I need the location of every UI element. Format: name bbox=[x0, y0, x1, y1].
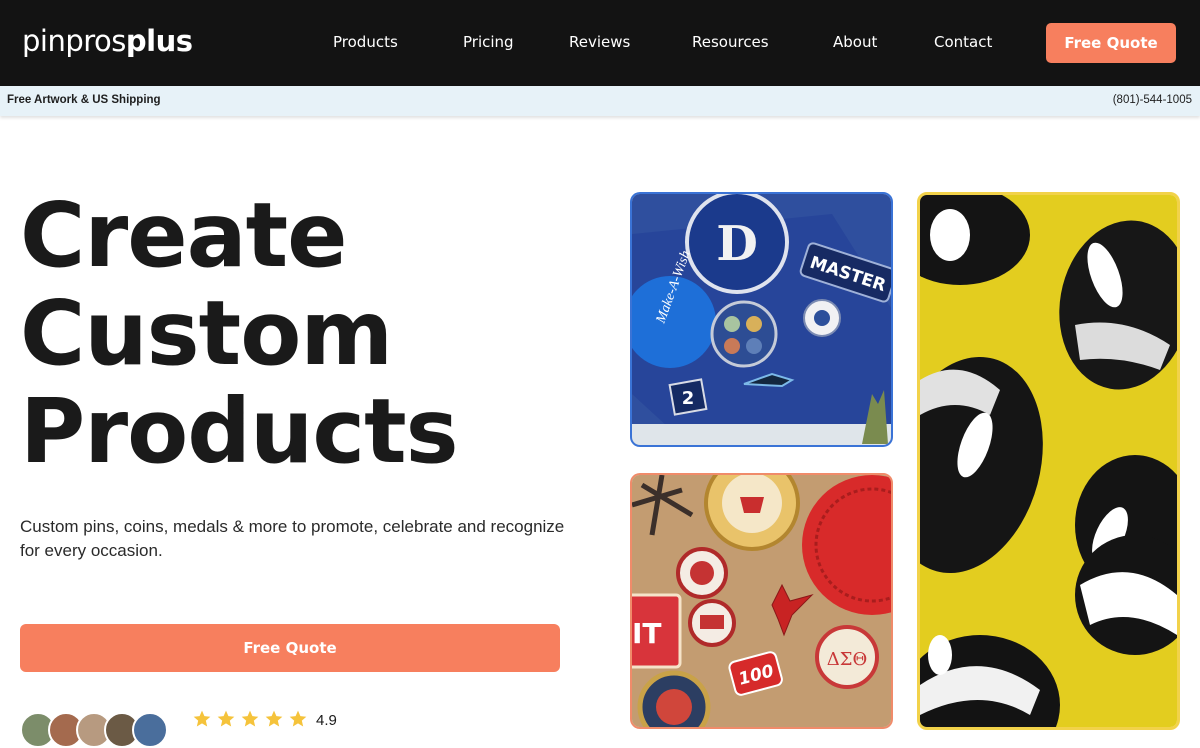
pin-number-two: 2 bbox=[682, 388, 695, 409]
free-shipping-notice: Free Artwork & US Shipping bbox=[7, 94, 161, 106]
hero-title-line: Create bbox=[20, 183, 348, 287]
nav-resources[interactable]: Resources bbox=[692, 33, 769, 51]
star-rating bbox=[192, 709, 308, 729]
hero-title-line: Products bbox=[20, 379, 459, 483]
pinpros-plus-logo[interactable]: pinpros plus bbox=[22, 24, 193, 64]
hero-title: Create Custom Products bbox=[20, 186, 580, 480]
greek-letters-pin: ΔΣΘ bbox=[827, 649, 867, 670]
star-icon bbox=[217, 710, 235, 727]
star-icon bbox=[193, 710, 211, 727]
logo-part-pinpros: pinpros bbox=[22, 24, 126, 58]
star-icon bbox=[241, 710, 259, 727]
assorted-pins-photo: IT ΔΣΘ 100 bbox=[630, 473, 893, 729]
blue-pins-photo: D MASTER Make-A-Wish 2 bbox=[630, 192, 893, 447]
nav-reviews[interactable]: Reviews bbox=[569, 33, 630, 51]
free-quote-hero-button[interactable]: Free Quote bbox=[20, 624, 560, 672]
customer-avatars bbox=[20, 712, 180, 748]
it-patch-text: IT bbox=[632, 617, 662, 650]
star-icon bbox=[289, 710, 307, 727]
top-navigation-bar: pinpros plus Products Pricing Reviews Res… bbox=[0, 0, 1200, 86]
logo-part-plus: plus bbox=[125, 24, 193, 58]
star-icon bbox=[265, 710, 283, 727]
nav-products[interactable]: Products bbox=[333, 33, 398, 51]
hero-title-line: Custom bbox=[20, 281, 393, 385]
hero-subtitle: Custom pins, coins, medals & more to pro… bbox=[20, 517, 565, 560]
free-quote-header-button[interactable]: Free Quote bbox=[1046, 23, 1176, 63]
orca-pins-photo bbox=[917, 192, 1180, 730]
rating-value: 4.9 bbox=[316, 712, 337, 729]
nav-pricing[interactable]: Pricing bbox=[463, 33, 514, 51]
phone-number-link[interactable]: (801)-544-1005 bbox=[1113, 94, 1192, 106]
info-strip: Free Artwork & US Shipping (801)-544-100… bbox=[0, 86, 1200, 116]
avatar bbox=[132, 712, 168, 748]
nav-about[interactable]: About bbox=[833, 33, 877, 51]
d-badge-letter: D bbox=[716, 216, 758, 272]
nav-contact[interactable]: Contact bbox=[934, 33, 992, 51]
